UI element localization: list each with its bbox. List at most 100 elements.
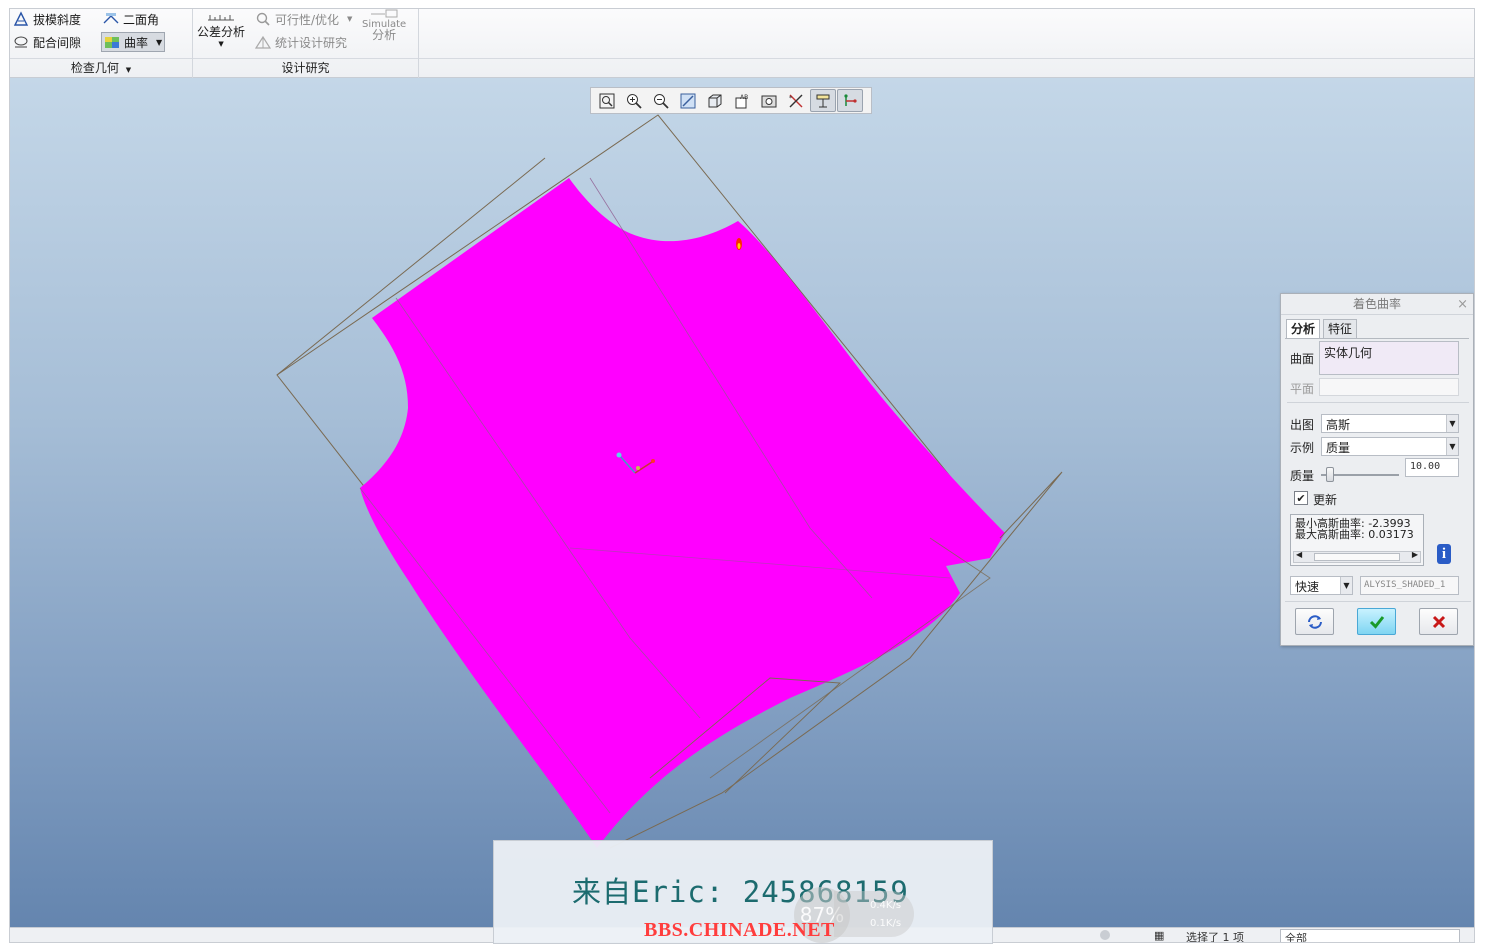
- app-window: 拔模斜度 配合间隙 二面角 曲率 ▼ 公差分析 ▼ 可行性/优化 ▼ 统计设计研…: [0, 0, 1487, 951]
- tolerance-label: 公差分析: [197, 25, 246, 39]
- info-icon[interactable]: i: [1437, 544, 1451, 564]
- draft-button[interactable]: 拔模斜度: [13, 9, 81, 29]
- display-style-icon: [708, 94, 722, 107]
- clearance-icon: [13, 34, 29, 50]
- simulate-sub-label: 分析: [372, 28, 397, 42]
- dihedral-button[interactable]: 二面角: [103, 9, 159, 29]
- checkmark-icon: ✔: [1296, 491, 1306, 505]
- update-label: 更新: [1313, 493, 1338, 507]
- feasibility-button[interactable]: 可行性/优化 ▼: [255, 9, 352, 29]
- curvature-button[interactable]: 曲率 ▼: [101, 32, 166, 52]
- refit-icon: [599, 93, 615, 108]
- check-geometry-group-label[interactable]: 检查几何 ▼: [10, 58, 192, 77]
- curvature-label: 曲率: [124, 35, 149, 50]
- sample-label: 示例: [1290, 441, 1315, 455]
- divider: [1285, 601, 1471, 602]
- saved-views-icon: AB: [735, 94, 748, 108]
- zoom-in-button[interactable]: [621, 89, 647, 112]
- view-manager-icon: [761, 95, 777, 107]
- quality-input[interactable]: 10.00: [1405, 458, 1459, 477]
- annotation-display-icon: [816, 94, 830, 107]
- ribbon: 拔模斜度 配合间隙 二面角 曲率 ▼ 公差分析 ▼ 可行性/优化 ▼ 统计设计研…: [10, 9, 1474, 78]
- regenerate-icon: [1307, 614, 1322, 629]
- feasibility-label: 可行性/优化: [275, 12, 340, 27]
- speed-select[interactable]: 快速 ▼: [1290, 576, 1353, 595]
- chevron-down-icon: ▼: [1340, 577, 1352, 594]
- view-toolbar: AB *: [590, 87, 872, 114]
- filter-select[interactable]: 全部: [1280, 929, 1460, 942]
- watermark-site: BBS.CHINADE.NET: [644, 919, 835, 941]
- dihedral-icon: [103, 11, 119, 27]
- tab-feature[interactable]: 特征: [1323, 319, 1358, 338]
- sample-select-value: 质量: [1326, 441, 1351, 455]
- clearance-button[interactable]: 配合间隙: [13, 32, 81, 52]
- cancel-button[interactable]: [1419, 608, 1458, 635]
- close-icon[interactable]: ×: [1457, 294, 1468, 315]
- shaded-curvature-dialog: 着色曲率 × 分析 特征 曲面 实体几何 平面 出图 高斯 ▼ 示例 质量 ▼ …: [1280, 293, 1474, 646]
- scrollbar-thumb[interactable]: [1314, 553, 1400, 561]
- datum-display-button[interactable]: *: [783, 89, 809, 112]
- results-box: 最小高斯曲率: -2.3993 最大高斯曲率: 0.03173 ◀ ▶: [1290, 514, 1424, 566]
- close-icon: [1432, 615, 1445, 628]
- max-curvature-spot-core: [737, 243, 741, 249]
- graphics-viewport[interactable]: AB * 着色曲率 × 分析 特征 曲面 实体几何 平面 出图 高斯 ▼ 示例 …: [10, 78, 1474, 943]
- arrow-right-icon[interactable]: ▶: [1412, 550, 1418, 559]
- model-scene[interactable]: [10, 78, 1474, 943]
- compute-button[interactable]: [1295, 608, 1334, 635]
- chevron-down-icon: ▼: [1446, 415, 1458, 432]
- divider: [1287, 402, 1469, 403]
- svg-text:*: *: [789, 95, 792, 102]
- display-style-button[interactable]: [702, 89, 728, 112]
- quality-label: 质量: [1290, 469, 1315, 483]
- plane-collector[interactable]: [1319, 378, 1459, 396]
- plot-label: 出图: [1290, 418, 1315, 432]
- statistical-study-button[interactable]: 统计设计研究: [254, 32, 348, 52]
- refit-button[interactable]: [594, 89, 620, 112]
- sample-select[interactable]: 质量 ▼: [1321, 437, 1459, 456]
- plot-select-value: 高斯: [1326, 418, 1351, 432]
- repaint-button[interactable]: [675, 89, 701, 112]
- speed-select-value: 快速: [1295, 580, 1320, 594]
- surface-label: 曲面: [1290, 352, 1315, 366]
- tab-analysis[interactable]: 分析: [1286, 319, 1321, 339]
- chevron-down-icon[interactable]: ▼: [156, 38, 162, 47]
- simulate-button[interactable]: Simulate 分析: [362, 9, 406, 53]
- tolerance-analysis-button[interactable]: 公差分析 ▼: [197, 11, 245, 53]
- curvature-icon: [104, 34, 120, 50]
- chevron-down-icon: ▼: [347, 15, 353, 23]
- zoom-in-icon: [627, 93, 642, 109]
- saved-views-button[interactable]: AB: [729, 89, 755, 112]
- analysis-name-field[interactable]: ALYSIS_SHADED_1: [1360, 576, 1459, 595]
- view-manager-button[interactable]: [756, 89, 782, 112]
- network-speeds: 0.4K/s 0.1K/s: [834, 891, 914, 937]
- csys-axis-y-end: [616, 452, 622, 458]
- arrow-left-icon[interactable]: ◀: [1296, 550, 1302, 559]
- surface-collector[interactable]: 实体几何: [1319, 341, 1459, 375]
- status-light-icon: [1100, 930, 1110, 940]
- csys-origin: [636, 466, 640, 470]
- csys-axis-x-end: [651, 459, 655, 463]
- zoom-out-button[interactable]: [648, 89, 674, 112]
- quality-slider-thumb[interactable]: [1325, 467, 1334, 482]
- design-study-group-label: 设计研究: [193, 58, 418, 77]
- check-geometry-label: 检查几何: [70, 61, 119, 75]
- annotation-display-button[interactable]: [810, 89, 836, 112]
- download-speed: 0.1K/s: [870, 918, 902, 929]
- datum-display-icon: *: [789, 94, 803, 107]
- svg-text:AB: AB: [740, 94, 748, 101]
- results-scrollbar[interactable]: ◀ ▶: [1293, 550, 1421, 563]
- checkmark-icon: [1369, 615, 1384, 629]
- update-checkbox[interactable]: ✔: [1294, 491, 1308, 505]
- plane-label: 平面: [1290, 382, 1315, 396]
- magnifier-icon: [255, 11, 271, 27]
- ribbon-group-filler: [419, 58, 1474, 77]
- creo-window: 拔模斜度 配合间隙 二面角 曲率 ▼ 公差分析 ▼ 可行性/优化 ▼ 统计设计研…: [9, 8, 1475, 943]
- plot-select[interactable]: 高斯 ▼: [1321, 414, 1459, 433]
- spin-center-button[interactable]: [837, 89, 863, 112]
- repaint-icon: [680, 93, 696, 108]
- selection-filter-icon[interactable]: ▦: [1154, 929, 1164, 942]
- ruler-icon: [206, 11, 236, 23]
- ok-button[interactable]: [1357, 608, 1396, 635]
- dihedral-label: 二面角: [123, 12, 160, 27]
- statistical-label: 统计设计研究: [275, 35, 348, 50]
